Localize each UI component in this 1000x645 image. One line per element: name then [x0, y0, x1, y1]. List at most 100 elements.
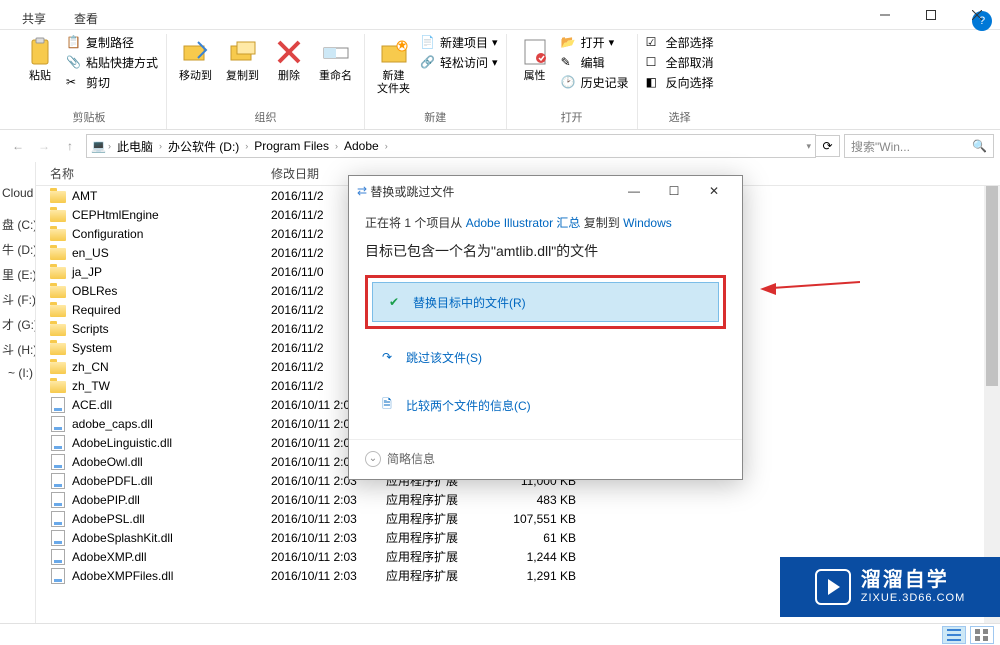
edit-button[interactable]: ✎编辑: [561, 54, 629, 71]
copy-path-button[interactable]: 📋复制路径: [66, 34, 158, 51]
sidebar-item[interactable]: ~ (I:): [0, 362, 35, 384]
maximize-button[interactable]: [908, 0, 954, 30]
dll-file-icon: [50, 568, 66, 584]
watermark-logo: 溜溜自学 ZIXUE.3D66.COM: [780, 557, 1000, 617]
dialog-minimize-button[interactable]: —: [614, 177, 654, 205]
history-dropdown[interactable]: ▾: [806, 141, 811, 152]
file-type: 应用程序扩展: [386, 548, 496, 565]
file-size: 107,551 KB: [496, 512, 586, 526]
file-row[interactable]: AdobePSL.dll2016/10/11 2:03应用程序扩展107,551…: [36, 509, 1000, 528]
dll-file-icon: [50, 530, 66, 546]
folder-icon: [50, 264, 66, 280]
select-all-button[interactable]: ☑全部选择: [646, 34, 714, 51]
sidebar-item[interactable]: 牛 (D:): [0, 237, 35, 262]
forward-button[interactable]: →: [32, 134, 56, 158]
select-all-icon: ☑: [646, 35, 662, 51]
file-type: 应用程序扩展: [386, 529, 496, 546]
move-to-button[interactable]: 移动到: [175, 34, 216, 85]
file-type: 应用程序扩展: [386, 567, 496, 584]
breadcrumb[interactable]: 💻 › 此电脑› 办公软件 (D:)› Program Files› Adobe…: [86, 134, 816, 158]
file-name: AdobeXMP.dll: [72, 550, 147, 564]
view-details-button[interactable]: [942, 626, 966, 644]
sidebar-item[interactable]: 斗 (F:): [0, 287, 35, 312]
invert-selection-button[interactable]: ◧反向选择: [646, 74, 714, 91]
easy-access-button[interactable]: 🔗轻松访问 ▾: [420, 54, 498, 71]
file-name: AMT: [72, 189, 97, 203]
file-name: adobe_caps.dll: [72, 417, 153, 431]
play-icon: [815, 569, 851, 605]
dll-file-icon: [50, 454, 66, 470]
back-button[interactable]: ←: [6, 134, 30, 158]
expand-details-button[interactable]: ⌄: [365, 451, 381, 467]
sidebar-item[interactable]: [0, 204, 35, 212]
file-name: Required: [72, 303, 121, 317]
sidebar[interactable]: Cloud 盘 (C:)牛 (D:)里 (E:)斗 (F:)才 (G:)斗 (H:…: [0, 162, 36, 627]
sidebar-item[interactable]: 里 (E:): [0, 262, 35, 287]
crumb-2[interactable]: Program Files: [250, 139, 333, 153]
sidebar-item[interactable]: 盘 (C:): [0, 212, 35, 237]
refresh-button[interactable]: ⟳: [816, 135, 840, 157]
scissors-icon: ✂: [66, 75, 82, 91]
file-date: 2016/10/11 2:03: [271, 512, 386, 526]
delete-button[interactable]: 删除: [269, 34, 309, 85]
tab-share[interactable]: 共享: [18, 8, 50, 29]
minimize-button[interactable]: [862, 0, 908, 30]
file-size: 1,291 KB: [496, 569, 586, 583]
option-compare[interactable]: 🗎 比较两个文件的信息(C): [365, 385, 726, 425]
history-button[interactable]: 🕑历史记录: [561, 74, 629, 91]
folder-move-icon: [180, 36, 212, 68]
dll-file-icon: [50, 473, 66, 489]
close-button[interactable]: [954, 0, 1000, 30]
file-type: 应用程序扩展: [386, 491, 496, 508]
group-open-label: 打开: [561, 107, 583, 129]
dialog-close-button[interactable]: ✕: [694, 177, 734, 205]
file-row[interactable]: AdobePIP.dll2016/10/11 2:03应用程序扩展483 KB: [36, 490, 1000, 509]
search-input[interactable]: 搜索"Win... 🔍: [844, 134, 994, 158]
crumb-0[interactable]: 此电脑: [113, 138, 157, 155]
folder-copy-icon: [227, 36, 259, 68]
crumb-3[interactable]: Adobe: [340, 139, 383, 153]
view-icons-button[interactable]: [970, 626, 994, 644]
file-name: CEPHtmlEngine: [72, 208, 159, 222]
sidebar-item[interactable]: Cloud: [0, 182, 35, 204]
open-button[interactable]: 📂打开 ▾: [561, 34, 629, 51]
new-folder-button[interactable]: ★新建 文件夹: [373, 34, 414, 98]
pc-icon: 💻: [91, 139, 106, 153]
file-name: en_US: [72, 246, 109, 260]
file-name: ACE.dll: [72, 398, 112, 412]
file-name: AdobePDFL.dll: [72, 474, 153, 488]
rename-button[interactable]: 重命名: [315, 34, 356, 85]
shortcut-icon: 📎: [66, 55, 82, 71]
cut-button[interactable]: ✂剪切: [66, 74, 158, 91]
column-name[interactable]: 名称: [36, 165, 271, 182]
new-item-button[interactable]: 📄新建项目 ▾: [420, 34, 498, 51]
easy-access-icon: 🔗: [420, 55, 436, 71]
delete-icon: [273, 36, 305, 68]
check-icon: ✔: [385, 293, 403, 311]
file-row[interactable]: AdobeSplashKit.dll2016/10/11 2:03应用程序扩展6…: [36, 528, 1000, 547]
option-replace[interactable]: ✔ 替换目标中的文件(R): [372, 282, 719, 322]
select-none-button[interactable]: ☐全部取消: [646, 54, 714, 71]
paste-shortcut-button[interactable]: 📎粘贴快捷方式: [66, 54, 158, 71]
new-folder-icon: ★: [378, 36, 410, 68]
paste-button[interactable]: 粘贴: [20, 34, 60, 85]
svg-text:★: ★: [396, 38, 407, 52]
copy-to-button[interactable]: 复制到: [222, 34, 263, 85]
invert-icon: ◧: [646, 75, 662, 91]
properties-button[interactable]: 属性: [515, 34, 555, 85]
up-button[interactable]: ↑: [58, 134, 82, 158]
folder-icon: [50, 302, 66, 318]
crumb-1[interactable]: 办公软件 (D:): [164, 138, 243, 155]
option-skip[interactable]: ↷ 跳过该文件(S): [365, 337, 726, 377]
path-icon: 📋: [66, 35, 82, 51]
history-icon: 🕑: [561, 75, 577, 91]
sidebar-item[interactable]: 斗 (H:): [0, 337, 35, 362]
replace-or-skip-dialog: ⇄ 替换或跳过文件 — ☐ ✕ 正在将 1 个项目从 Adobe Illustr…: [348, 175, 743, 480]
folder-icon: [50, 226, 66, 242]
new-item-icon: 📄: [420, 35, 436, 51]
file-size: 1,244 KB: [496, 550, 586, 564]
sidebar-item[interactable]: 才 (G:): [0, 312, 35, 337]
tab-view[interactable]: 查看: [70, 8, 102, 29]
dll-file-icon: [50, 435, 66, 451]
dialog-maximize-button[interactable]: ☐: [654, 177, 694, 205]
